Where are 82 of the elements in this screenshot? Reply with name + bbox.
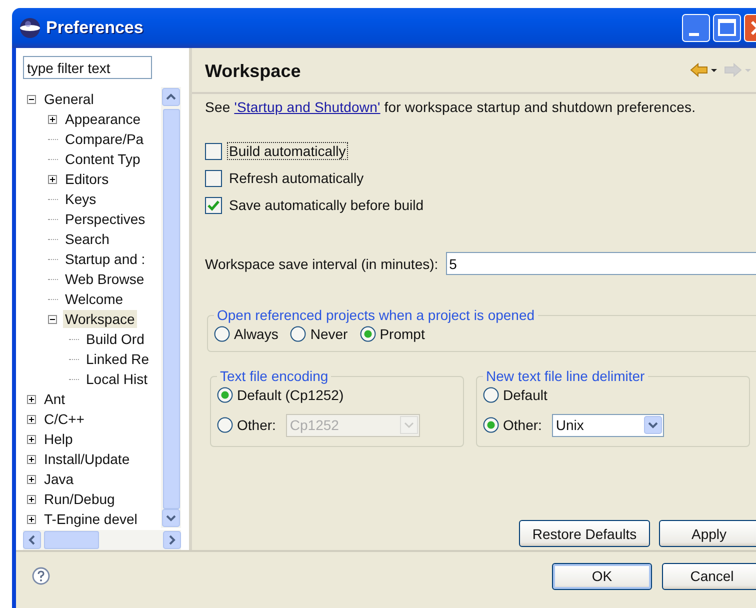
chevron-down-icon[interactable] bbox=[644, 416, 662, 434]
expand-icon[interactable] bbox=[27, 514, 36, 524]
tree-item[interactable]: Linked Re bbox=[84, 350, 152, 368]
tree-item[interactable]: Compare/Pa bbox=[63, 130, 146, 148]
tree-item[interactable]: Web Browse bbox=[63, 270, 146, 288]
interval-field[interactable]: 5 bbox=[446, 252, 756, 275]
startup-shutdown-link[interactable]: 'Startup and Shutdown' bbox=[234, 99, 380, 115]
app-logo-icon bbox=[19, 17, 41, 39]
tree-item[interactable]: Help bbox=[42, 430, 75, 448]
expand-icon[interactable] bbox=[27, 474, 36, 484]
tree-item[interactable]: Run/Debug bbox=[42, 490, 117, 508]
expand-icon[interactable] bbox=[48, 174, 57, 184]
radio-button[interactable] bbox=[290, 326, 306, 342]
tree-item[interactable]: Perspectives bbox=[63, 210, 148, 228]
minimize-button[interactable] bbox=[682, 14, 710, 42]
checkbox-label[interactable]: Build automatically bbox=[227, 142, 348, 160]
expand-icon[interactable] bbox=[27, 414, 36, 424]
radio-label[interactable]: Other: bbox=[503, 417, 542, 433]
tree-item[interactable]: Install/Update bbox=[42, 450, 132, 468]
tree-item[interactable]: Welcome bbox=[63, 290, 126, 308]
filter-field[interactable]: type filter text bbox=[23, 56, 152, 79]
collapse-icon[interactable] bbox=[27, 94, 36, 104]
maximize-button[interactable] bbox=[713, 14, 741, 42]
collapse-icon[interactable] bbox=[48, 314, 57, 324]
radio-button[interactable] bbox=[217, 387, 233, 403]
scroll-up-icon[interactable] bbox=[162, 88, 180, 106]
horizontal-scrollbar[interactable] bbox=[23, 530, 181, 550]
radio-label[interactable]: Prompt bbox=[380, 326, 425, 342]
tree-item[interactable]: Content Typ bbox=[63, 150, 142, 168]
tree-item[interactable]: Workspace bbox=[63, 310, 137, 328]
scroll-thumb[interactable] bbox=[44, 531, 99, 549]
group-title: Text file encoding bbox=[219, 368, 330, 384]
tree-item[interactable]: C/C++ bbox=[42, 410, 86, 428]
expand-icon[interactable] bbox=[27, 494, 36, 504]
checkbox-label[interactable]: Refresh automatically bbox=[227, 169, 366, 187]
tree-item[interactable]: Java bbox=[42, 470, 76, 488]
radio-button[interactable] bbox=[360, 326, 376, 342]
radio-button[interactable] bbox=[483, 417, 499, 433]
dropdown[interactable]: Unix bbox=[552, 414, 664, 436]
tree-item[interactable]: Appearance bbox=[63, 110, 143, 128]
expand-icon[interactable] bbox=[27, 454, 36, 464]
restore-defaults-button[interactable]: Restore Defaults bbox=[519, 520, 650, 547]
radio-label[interactable]: Default bbox=[503, 387, 548, 403]
scroll-thumb[interactable] bbox=[162, 109, 180, 509]
tree-item[interactable]: Ant bbox=[42, 390, 68, 408]
tree-item[interactable]: Startup and : bbox=[63, 250, 148, 268]
interval-label: Workspace save interval (in minutes): bbox=[205, 256, 438, 272]
scroll-down-icon[interactable] bbox=[162, 509, 180, 527]
radio-button[interactable] bbox=[217, 417, 233, 433]
window-title: Preferences bbox=[46, 18, 144, 38]
tree-item[interactable]: Keys bbox=[63, 190, 98, 208]
radio-label[interactable]: Always bbox=[234, 326, 278, 342]
page-title: Workspace bbox=[205, 60, 301, 82]
radio-button[interactable] bbox=[483, 387, 499, 403]
back-button[interactable] bbox=[690, 62, 718, 78]
expand-icon[interactable] bbox=[48, 114, 57, 124]
vertical-scrollbar[interactable] bbox=[161, 87, 181, 528]
intro-text: See 'Startup and Shutdown' for workspace startup and shutdown preferences. bbox=[205, 99, 697, 115]
tree-item[interactable]: Editors bbox=[63, 170, 111, 188]
scroll-right-icon[interactable] bbox=[163, 531, 181, 549]
radio-label[interactable]: Default (Cp1252) bbox=[237, 387, 344, 403]
checkbox[interactable] bbox=[205, 196, 222, 214]
scroll-left-icon[interactable] bbox=[23, 531, 41, 549]
radio-button[interactable] bbox=[214, 326, 230, 342]
radio-label[interactable]: Other: bbox=[237, 417, 276, 433]
expand-icon[interactable] bbox=[27, 394, 36, 404]
expand-icon[interactable] bbox=[27, 434, 36, 444]
help-icon[interactable] bbox=[32, 567, 50, 585]
checkbox-label[interactable]: Save automatically before build bbox=[227, 196, 426, 214]
tree-item[interactable]: General bbox=[42, 90, 96, 108]
ok-button[interactable]: OK bbox=[552, 562, 652, 590]
checkbox[interactable] bbox=[205, 170, 222, 186]
checkbox[interactable] bbox=[205, 142, 222, 160]
tree-item[interactable]: Search bbox=[63, 230, 112, 248]
tree-item[interactable]: T-Engine devel bbox=[42, 510, 140, 528]
cancel-button[interactable]: Cancel bbox=[662, 562, 756, 590]
tree-item[interactable]: Local Hist bbox=[84, 370, 150, 388]
radio-label[interactable]: Never bbox=[310, 326, 348, 342]
group-title: Open referenced projects when a project is opened bbox=[216, 307, 536, 323]
group-title: New text file line delimiter bbox=[485, 368, 646, 384]
apply-button[interactable]: Apply bbox=[659, 520, 756, 547]
tree-item[interactable]: Build Ord bbox=[84, 330, 146, 348]
